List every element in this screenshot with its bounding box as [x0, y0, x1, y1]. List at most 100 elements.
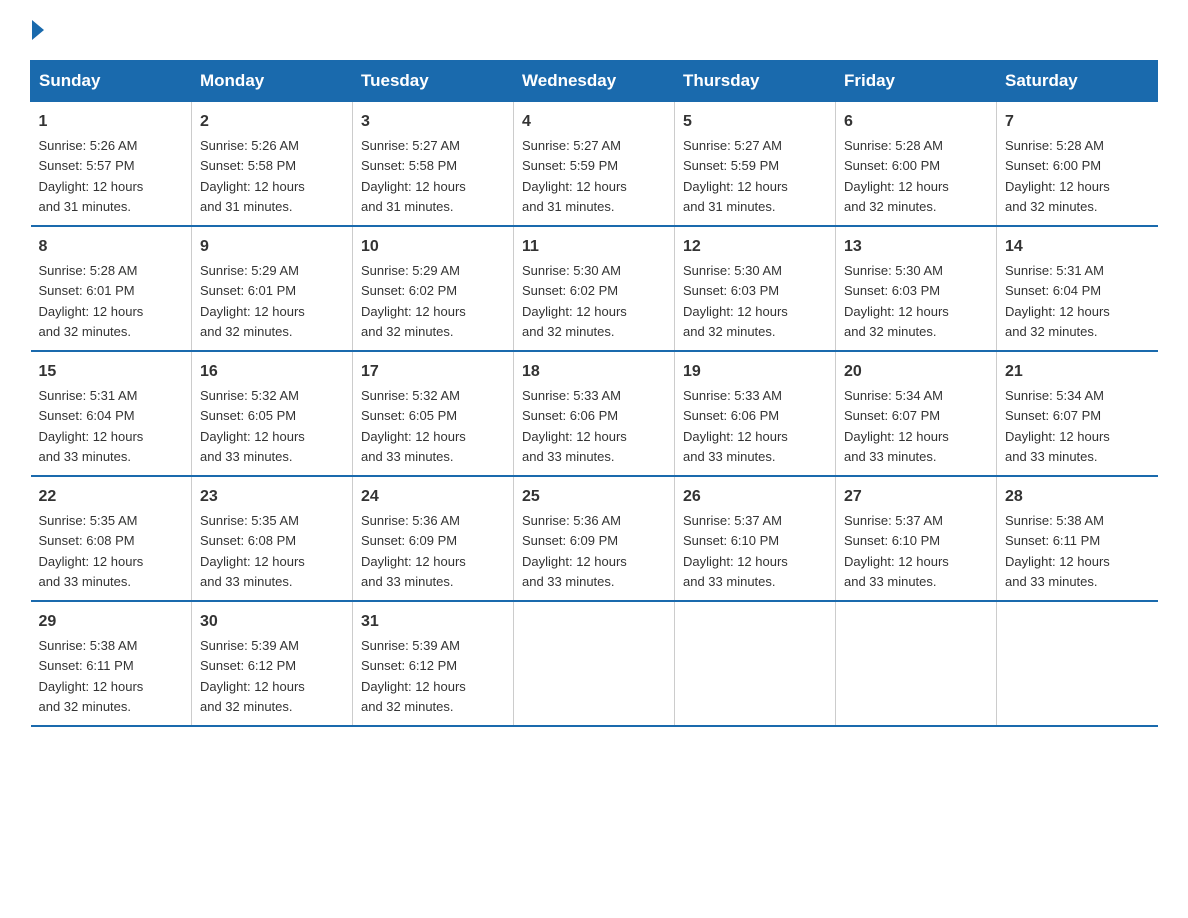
- col-header-monday: Monday: [192, 61, 353, 102]
- calendar-cell: 16Sunrise: 5:32 AMSunset: 6:05 PMDayligh…: [192, 351, 353, 476]
- calendar-cell: 17 Sunrise: 5:32 AMSunset: 6:05 PMDayligh…: [353, 351, 514, 476]
- day-number: 4: [522, 110, 666, 134]
- day-info: Sunrise: 5:35 AMSunset: 6:08 PMDaylight:…: [200, 513, 305, 589]
- day-number: 6: [844, 110, 988, 134]
- day-info: Sunrise: 5:28 AMSunset: 6:00 PMDaylight:…: [844, 138, 949, 214]
- day-number: 21: [1005, 360, 1150, 384]
- col-header-thursday: Thursday: [675, 61, 836, 102]
- day-number: 9: [200, 235, 344, 259]
- day-info: Sunrise: 5:32 AMSunset: 6:05 PMDaylight:…: [361, 388, 466, 464]
- calendar-cell: [514, 601, 675, 726]
- day-number: 12: [683, 235, 827, 259]
- calendar-cell: 7Sunrise: 5:28 AMSunset: 6:00 PMDaylight…: [997, 102, 1158, 227]
- calendar-cell: 31Sunrise: 5:39 AMSunset: 6:12 PMDayligh…: [353, 601, 514, 726]
- day-info: Sunrise: 5:26 AMSunset: 5:57 PMDaylight:…: [39, 138, 144, 214]
- calendar-cell: 26 Sunrise: 5:37 AMSunset: 6:10 PMDayligh…: [675, 476, 836, 601]
- calendar-cell: 11Sunrise: 5:30 AMSunset: 6:02 PMDayligh…: [514, 226, 675, 351]
- day-number: 23: [200, 485, 344, 509]
- calendar-week-row: 29Sunrise: 5:38 AMSunset: 6:11 PMDayligh…: [31, 601, 1158, 726]
- day-info: Sunrise: 5:29 AMSunset: 6:01 PMDaylight:…: [200, 263, 305, 339]
- calendar-cell: 25 Sunrise: 5:36 AMSunset: 6:09 PMDayligh…: [514, 476, 675, 601]
- day-number: 15: [39, 360, 184, 384]
- calendar-table: SundayMondayTuesdayWednesdayThursdayFrid…: [30, 60, 1158, 727]
- day-number: 24: [361, 485, 505, 509]
- day-info: Sunrise: 5:39 AMSunset: 6:12 PMDaylight:…: [200, 638, 305, 714]
- calendar-cell: 9 Sunrise: 5:29 AMSunset: 6:01 PMDaylight…: [192, 226, 353, 351]
- day-number: 31: [361, 610, 505, 634]
- calendar-header-row: SundayMondayTuesdayWednesdayThursdayFrid…: [31, 61, 1158, 102]
- calendar-cell: 14 Sunrise: 5:31 AMSunset: 6:04 PMDayligh…: [997, 226, 1158, 351]
- calendar-week-row: 8 Sunrise: 5:28 AMSunset: 6:01 PMDaylight…: [31, 226, 1158, 351]
- col-header-friday: Friday: [836, 61, 997, 102]
- calendar-cell: 1Sunrise: 5:26 AMSunset: 5:57 PMDaylight…: [31, 102, 192, 227]
- day-number: 28: [1005, 485, 1150, 509]
- col-header-wednesday: Wednesday: [514, 61, 675, 102]
- day-info: Sunrise: 5:33 AMSunset: 6:06 PMDaylight:…: [683, 388, 788, 464]
- day-info: Sunrise: 5:36 AMSunset: 6:09 PMDaylight:…: [522, 513, 627, 589]
- col-header-sunday: Sunday: [31, 61, 192, 102]
- day-number: 10: [361, 235, 505, 259]
- logo: [30, 20, 46, 40]
- day-info: Sunrise: 5:27 AMSunset: 5:59 PMDaylight:…: [683, 138, 788, 214]
- col-header-saturday: Saturday: [997, 61, 1158, 102]
- calendar-cell: 12 Sunrise: 5:30 AMSunset: 6:03 PMDayligh…: [675, 226, 836, 351]
- day-info: Sunrise: 5:34 AMSunset: 6:07 PMDaylight:…: [844, 388, 949, 464]
- day-info: Sunrise: 5:37 AMSunset: 6:10 PMDaylight:…: [683, 513, 788, 589]
- calendar-cell: 19Sunrise: 5:33 AMSunset: 6:06 PMDayligh…: [675, 351, 836, 476]
- calendar-cell: 2 Sunrise: 5:26 AMSunset: 5:58 PMDaylight…: [192, 102, 353, 227]
- day-number: 3: [361, 110, 505, 134]
- logo-arrow-icon: [32, 20, 44, 40]
- calendar-cell: 20 Sunrise: 5:34 AMSunset: 6:07 PMDayligh…: [836, 351, 997, 476]
- day-info: Sunrise: 5:33 AMSunset: 6:06 PMDaylight:…: [522, 388, 627, 464]
- calendar-cell: 3 Sunrise: 5:27 AMSunset: 5:58 PMDaylight…: [353, 102, 514, 227]
- calendar-cell: 23 Sunrise: 5:35 AMSunset: 6:08 PMDayligh…: [192, 476, 353, 601]
- calendar-body: 1Sunrise: 5:26 AMSunset: 5:57 PMDaylight…: [31, 102, 1158, 727]
- day-info: Sunrise: 5:35 AMSunset: 6:08 PMDaylight:…: [39, 513, 144, 589]
- day-info: Sunrise: 5:27 AMSunset: 5:59 PMDaylight:…: [522, 138, 627, 214]
- day-info: Sunrise: 5:26 AMSunset: 5:58 PMDaylight:…: [200, 138, 305, 214]
- day-info: Sunrise: 5:31 AMSunset: 6:04 PMDaylight:…: [39, 388, 144, 464]
- day-number: 29: [39, 610, 184, 634]
- day-info: Sunrise: 5:31 AMSunset: 6:04 PMDaylight:…: [1005, 263, 1110, 339]
- day-info: Sunrise: 5:28 AMSunset: 6:01 PMDaylight:…: [39, 263, 144, 339]
- calendar-cell: [675, 601, 836, 726]
- day-number: 8: [39, 235, 184, 259]
- day-number: 30: [200, 610, 344, 634]
- calendar-cell: 27Sunrise: 5:37 AMSunset: 6:10 PMDayligh…: [836, 476, 997, 601]
- calendar-cell: 13Sunrise: 5:30 AMSunset: 6:03 PMDayligh…: [836, 226, 997, 351]
- day-info: Sunrise: 5:30 AMSunset: 6:03 PMDaylight:…: [844, 263, 949, 339]
- day-number: 22: [39, 485, 184, 509]
- day-info: Sunrise: 5:34 AMSunset: 6:07 PMDaylight:…: [1005, 388, 1110, 464]
- day-info: Sunrise: 5:38 AMSunset: 6:11 PMDaylight:…: [1005, 513, 1110, 589]
- calendar-cell: 10 Sunrise: 5:29 AMSunset: 6:02 PMDayligh…: [353, 226, 514, 351]
- calendar-cell: 24 Sunrise: 5:36 AMSunset: 6:09 PMDayligh…: [353, 476, 514, 601]
- day-number: 17: [361, 360, 505, 384]
- calendar-cell: 18 Sunrise: 5:33 AMSunset: 6:06 PMDayligh…: [514, 351, 675, 476]
- page-header: [30, 20, 1158, 40]
- day-number: 18: [522, 360, 666, 384]
- calendar-cell: 5 Sunrise: 5:27 AMSunset: 5:59 PMDaylight…: [675, 102, 836, 227]
- calendar-cell: 22 Sunrise: 5:35 AMSunset: 6:08 PMDayligh…: [31, 476, 192, 601]
- calendar-cell: 4 Sunrise: 5:27 AMSunset: 5:59 PMDaylight…: [514, 102, 675, 227]
- calendar-cell: 30 Sunrise: 5:39 AMSunset: 6:12 PMDayligh…: [192, 601, 353, 726]
- day-number: 25: [522, 485, 666, 509]
- day-number: 5: [683, 110, 827, 134]
- calendar-cell: 28 Sunrise: 5:38 AMSunset: 6:11 PMDayligh…: [997, 476, 1158, 601]
- day-info: Sunrise: 5:27 AMSunset: 5:58 PMDaylight:…: [361, 138, 466, 214]
- calendar-week-row: 1Sunrise: 5:26 AMSunset: 5:57 PMDaylight…: [31, 102, 1158, 227]
- calendar-cell: 29Sunrise: 5:38 AMSunset: 6:11 PMDayligh…: [31, 601, 192, 726]
- day-number: 2: [200, 110, 344, 134]
- day-info: Sunrise: 5:37 AMSunset: 6:10 PMDaylight:…: [844, 513, 949, 589]
- day-number: 14: [1005, 235, 1150, 259]
- day-info: Sunrise: 5:29 AMSunset: 6:02 PMDaylight:…: [361, 263, 466, 339]
- day-info: Sunrise: 5:36 AMSunset: 6:09 PMDaylight:…: [361, 513, 466, 589]
- day-number: 11: [522, 235, 666, 259]
- calendar-week-row: 15 Sunrise: 5:31 AMSunset: 6:04 PMDayligh…: [31, 351, 1158, 476]
- calendar-cell: 6 Sunrise: 5:28 AMSunset: 6:00 PMDaylight…: [836, 102, 997, 227]
- day-info: Sunrise: 5:30 AMSunset: 6:03 PMDaylight:…: [683, 263, 788, 339]
- day-number: 26: [683, 485, 827, 509]
- day-number: 20: [844, 360, 988, 384]
- day-info: Sunrise: 5:32 AMSunset: 6:05 PMDaylight:…: [200, 388, 305, 464]
- day-info: Sunrise: 5:28 AMSunset: 6:00 PMDaylight:…: [1005, 138, 1110, 214]
- col-header-tuesday: Tuesday: [353, 61, 514, 102]
